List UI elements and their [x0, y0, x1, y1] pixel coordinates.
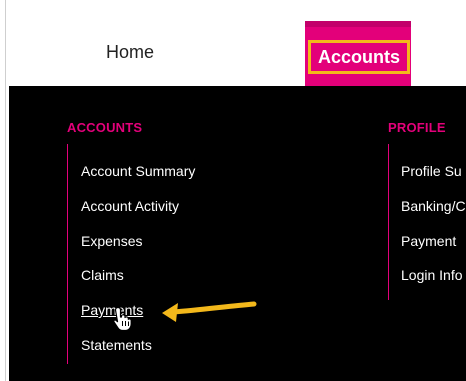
accounts-section-rule	[67, 144, 68, 364]
menu-item-expenses[interactable]: Expenses	[81, 233, 142, 249]
accounts-section-heading: ACCOUNTS	[67, 120, 143, 135]
menu-item-banking[interactable]: Banking/C	[401, 198, 466, 214]
accounts-dropdown-menu: ACCOUNTS Account Summary Account Activit…	[9, 86, 466, 381]
active-tab-indicator	[305, 21, 411, 27]
profile-section-rule	[388, 144, 389, 300]
nav-home-link[interactable]: Home	[106, 42, 154, 63]
profile-section-heading: PROFILE	[388, 120, 446, 135]
menu-item-account-activity[interactable]: Account Activity	[81, 198, 179, 214]
nav-accounts-tab[interactable]: Accounts	[305, 21, 411, 87]
menu-item-login-info[interactable]: Login Info	[401, 267, 463, 283]
menu-item-payment[interactable]: Payment	[401, 233, 456, 249]
menu-item-claims[interactable]: Claims	[81, 267, 124, 283]
highlight-box: Accounts	[308, 40, 410, 74]
menu-item-profile-summary[interactable]: Profile Su	[401, 163, 462, 179]
menu-item-payments[interactable]: Payments	[81, 302, 143, 318]
nav-accounts-label: Accounts	[317, 47, 400, 67]
menu-item-account-summary[interactable]: Account Summary	[81, 163, 195, 179]
menu-item-statements[interactable]: Statements	[81, 337, 152, 353]
